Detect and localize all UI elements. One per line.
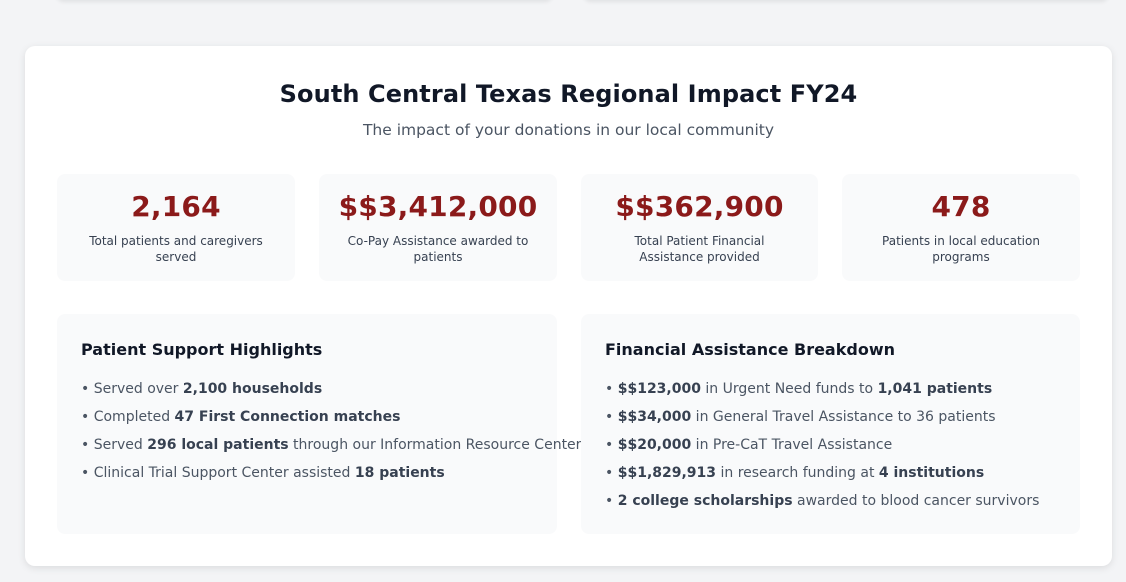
stat-value: 2,164 [131, 190, 221, 223]
stat-label: Patients in local education programs [882, 234, 1040, 264]
impact-subtitle: The impact of your donations in our loca… [362, 121, 775, 139]
patient-support-panel: Patient Support Highlights • Served over… [57, 314, 582, 534]
stat-value: 478 [931, 190, 991, 223]
patient-support-list: • Served over 2,100 households • Complet… [81, 375, 582, 487]
stat-card-patients-served: 2,164 Total patients and caregivers serv… [57, 174, 295, 281]
panel-title: Patient Support Highlights [81, 340, 323, 359]
list-item: • $$123,000 in Urgent Need funds to 1,04… [605, 381, 993, 397]
list-item: • Completed 47 First Connection matches [81, 409, 401, 425]
stat-value: $$362,900 [615, 190, 784, 223]
list-item: • Served over 2,100 households [81, 381, 323, 397]
stat-card-financial-assistance: $$362,900 Total Patient Financial Assist… [581, 174, 818, 281]
impact-title: South Central Texas Regional Impact FY24 [279, 80, 858, 108]
stat-label: Total Patient Financial Assistance provi… [634, 234, 765, 264]
regional-impact-card: South Central Texas Regional Impact FY24… [25, 46, 1112, 566]
stat-card-copay-assistance: $$3,412,000 Co-Pay Assistance awarded to… [319, 174, 557, 281]
list-item: • 2 college scholarships awarded to bloo… [605, 493, 1040, 509]
financial-breakdown-panel: Financial Assistance Breakdown • $$123,0… [581, 314, 1080, 534]
list-item: • Served 296 local patients through our … [81, 437, 582, 453]
panel-title: Financial Assistance Breakdown [605, 340, 895, 359]
list-item: • $$1,829,913 in research funding at 4 i… [605, 465, 985, 481]
stat-card-education-programs: 478 Patients in local education programs [842, 174, 1080, 281]
stat-value: $$3,412,000 [338, 190, 538, 223]
list-item: • Clinical Trial Support Center assisted… [81, 465, 445, 481]
stat-label: Total patients and caregivers served [89, 234, 263, 264]
list-item: • $$20,000 in Pre-CaT Travel Assistance [605, 437, 893, 453]
stat-label: Co-Pay Assistance awarded to patients [347, 234, 529, 264]
financial-breakdown-list: • $$123,000 in Urgent Need funds to 1,04… [605, 375, 1056, 515]
list-item: • $$34,000 in General Travel Assistance … [605, 409, 996, 425]
